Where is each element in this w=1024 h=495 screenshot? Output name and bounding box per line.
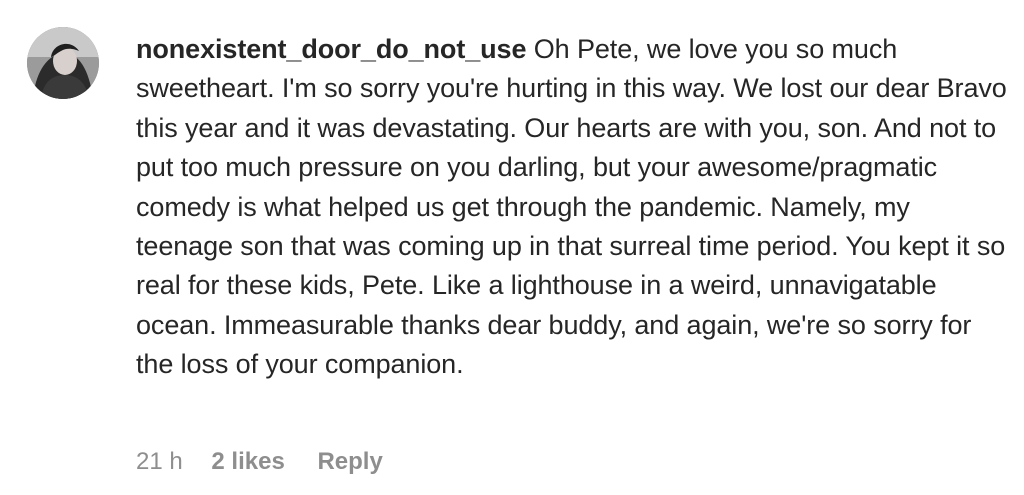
avatar-photo-icon: [27, 27, 99, 99]
comment-text: Oh Pete, we love you so much sweetheart.…: [136, 34, 1007, 380]
reply-button[interactable]: Reply: [317, 446, 382, 478]
comment-meta: 21 h 2 likes Reply: [136, 446, 383, 478]
comment-body: nonexistent_door_do_not_use Oh Pete, we …: [136, 30, 1008, 385]
comment-timestamp[interactable]: 21 h: [136, 446, 183, 478]
likes-count[interactable]: 2 likes: [211, 446, 284, 478]
comment-username[interactable]: nonexistent_door_do_not_use: [136, 34, 526, 64]
comment: nonexistent_door_do_not_use Oh Pete, we …: [0, 0, 1024, 495]
avatar[interactable]: [27, 27, 99, 99]
